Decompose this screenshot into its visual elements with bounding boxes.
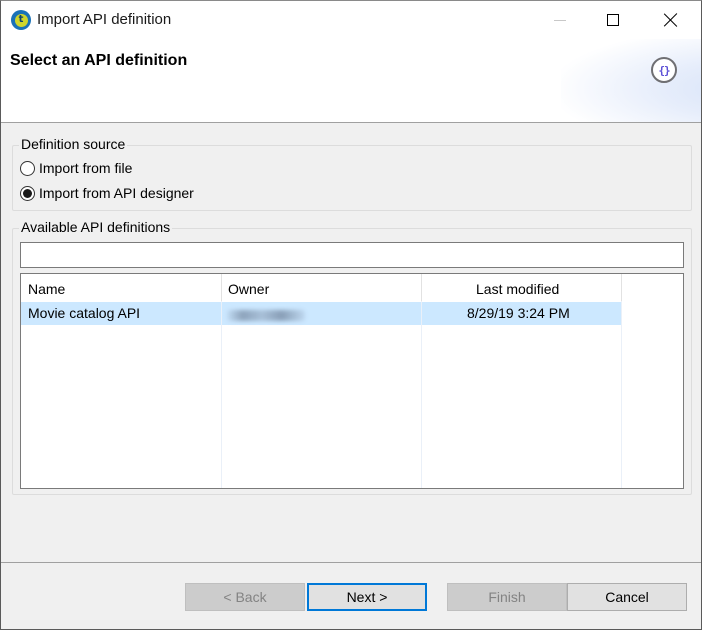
- column-divider: [221, 274, 222, 488]
- radio-unchecked-icon[interactable]: [20, 160, 35, 176]
- talend-t-icon: t: [11, 10, 31, 30]
- banner-divider: [1, 122, 701, 123]
- import-api-dialog: t Import API definition Select an API de…: [0, 0, 702, 630]
- header-divider: [621, 274, 622, 301]
- minimize-icon: [554, 19, 566, 21]
- finish-button[interactable]: Finish: [447, 583, 567, 611]
- close-button[interactable]: [648, 1, 694, 39]
- next-button[interactable]: Next >: [307, 583, 427, 611]
- column-header-name[interactable]: Name: [28, 281, 65, 297]
- radio-label: Import from file: [39, 160, 133, 176]
- radio-checked-icon[interactable]: [20, 185, 35, 201]
- header-divider: [221, 274, 222, 301]
- available-definitions-legend: Available API definitions: [19, 219, 173, 235]
- maximize-icon: [607, 14, 619, 26]
- column-header-owner[interactable]: Owner: [228, 281, 269, 297]
- cell-name: Movie catalog API: [28, 305, 141, 321]
- back-button[interactable]: < Back: [185, 583, 305, 611]
- window-title: Import API definition: [37, 11, 172, 28]
- close-icon: [664, 13, 678, 27]
- header-divider: [421, 274, 422, 301]
- cancel-button[interactable]: Cancel: [567, 583, 687, 611]
- maximize-button[interactable]: [590, 1, 636, 39]
- banner-gradient: [561, 39, 701, 122]
- cell-last-modified: 8/29/19 3:24 PM: [467, 305, 570, 321]
- title-bar[interactable]: t Import API definition: [1, 1, 701, 39]
- app-icon-glyph: t: [14, 13, 28, 27]
- filter-input[interactable]: [20, 242, 684, 268]
- radio-import-from-api-designer[interactable]: Import from API designer: [20, 185, 194, 201]
- column-divider: [621, 274, 622, 488]
- api-braces-icon: {}: [651, 57, 677, 83]
- radio-label: Import from API designer: [39, 185, 194, 201]
- minimize-button[interactable]: [537, 1, 583, 39]
- wizard-banner: Select an API definition {}: [1, 39, 701, 122]
- column-divider: [421, 274, 422, 488]
- column-header-last-modified[interactable]: Last modified: [476, 281, 559, 297]
- definition-source-legend: Definition source: [19, 136, 128, 152]
- cell-owner-blurred: [227, 310, 305, 321]
- api-definitions-table[interactable]: Name Owner Last modified Movie catalog A…: [20, 273, 684, 489]
- radio-import-from-file[interactable]: Import from file: [20, 160, 132, 176]
- page-title: Select an API definition: [10, 52, 188, 69]
- footer-divider: [1, 562, 701, 563]
- definition-source-group: [12, 145, 692, 211]
